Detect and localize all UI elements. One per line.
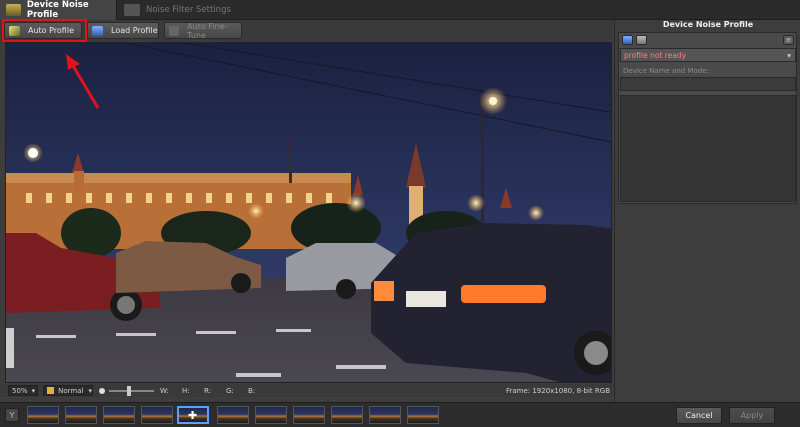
toolbar: Auto Profile Load Profile Auto Fine-Tune xyxy=(0,20,613,41)
height-readout: H: xyxy=(182,386,190,395)
auto-fine-tune-label: Auto Fine-Tune xyxy=(187,21,228,40)
frame-thumbnail[interactable] xyxy=(255,406,287,424)
load-profile-label: Load Profile xyxy=(111,26,158,35)
frame-thumbnail[interactable] xyxy=(217,406,249,424)
profile-status: profile not ready xyxy=(624,50,687,60)
open-folder-icon[interactable] xyxy=(622,35,633,45)
view-mode-value: Normal xyxy=(58,386,84,395)
auto-profile-icon xyxy=(9,25,20,36)
status-bar: 50% ▾ Normal ▾ W: H: R: G: B: Frame: 192… xyxy=(0,384,613,397)
tab-label: Device Noise Profile xyxy=(26,0,89,20)
green-readout: G: xyxy=(226,386,234,395)
zoom-value: 50% xyxy=(12,386,28,395)
tab-label: Noise Filter Settings xyxy=(146,5,231,15)
frame-thumbnail-selected[interactable]: ✚ xyxy=(177,406,209,424)
tab-noise-filter-settings[interactable]: Noise Filter Settings xyxy=(118,0,268,20)
device-name-field[interactable] xyxy=(620,77,796,91)
tab-device-noise-profile[interactable]: Device Noise Profile xyxy=(0,0,117,20)
frame-thumbnail[interactable] xyxy=(65,406,97,424)
frame-thumbnail[interactable] xyxy=(103,406,135,424)
folder-icon xyxy=(92,25,103,36)
menu-icon[interactable]: ≡ xyxy=(783,35,794,45)
fine-tune-icon xyxy=(169,25,180,36)
sun-icon xyxy=(99,387,105,394)
blue-readout: B: xyxy=(248,386,256,395)
chevron-down-icon: ▾ xyxy=(88,386,92,395)
profile-status-select[interactable]: profile not ready ▾ xyxy=(620,48,796,62)
tab-bar: Device Noise Profile Noise Filter Settin… xyxy=(0,0,800,20)
profile-panel: ≡ profile not ready ▾ Device Name and Mo… xyxy=(618,32,797,204)
brightness-slider[interactable] xyxy=(99,385,159,396)
filmstrip: Y ✚ Cancel Apply xyxy=(0,402,800,427)
filter-icon[interactable]: Y xyxy=(5,408,19,422)
width-readout: W: xyxy=(160,386,169,395)
view-mode-icon xyxy=(47,387,55,394)
frame-thumbnail[interactable] xyxy=(369,406,401,424)
filter-settings-icon xyxy=(124,4,140,16)
frame-thumbnail[interactable] xyxy=(293,406,325,424)
cancel-button[interactable]: Cancel xyxy=(676,407,722,424)
auto-profile-button[interactable]: Auto Profile xyxy=(4,22,82,39)
auto-fine-tune-button[interactable]: Auto Fine-Tune xyxy=(164,21,242,40)
right-panel: Device Noise Profile ≡ profile not ready… xyxy=(614,20,800,402)
crosshair-icon: ✚ xyxy=(188,409,198,422)
profile-details-area xyxy=(620,95,796,202)
slider-handle[interactable] xyxy=(127,385,131,396)
chevron-down-icon: ▾ xyxy=(787,50,791,60)
device-name-label: Device Name and Mode: xyxy=(623,67,709,75)
zoom-select[interactable]: 50% ▾ xyxy=(8,385,38,396)
frame-info: Frame: 1920x1080, 8-bit RGB xyxy=(505,386,610,395)
load-profile-button[interactable]: Load Profile xyxy=(87,22,159,39)
slider-track[interactable] xyxy=(109,385,154,396)
frame-thumbnail[interactable] xyxy=(407,406,439,424)
auto-profile-label: Auto Profile xyxy=(28,26,74,35)
panel-title: Device Noise Profile xyxy=(662,20,754,29)
frame-thumbnail[interactable] xyxy=(141,406,173,424)
view-mode-select[interactable]: Normal ▾ xyxy=(43,385,93,396)
apply-button[interactable]: Apply xyxy=(729,407,775,424)
red-readout: R: xyxy=(204,386,212,395)
noise-profile-icon xyxy=(6,4,21,16)
save-icon[interactable] xyxy=(636,35,647,45)
chevron-down-icon: ▾ xyxy=(31,386,36,395)
frame-thumbnail[interactable] xyxy=(331,406,363,424)
frame-thumbnail[interactable] xyxy=(27,406,59,424)
annotation-arrow xyxy=(66,54,100,109)
